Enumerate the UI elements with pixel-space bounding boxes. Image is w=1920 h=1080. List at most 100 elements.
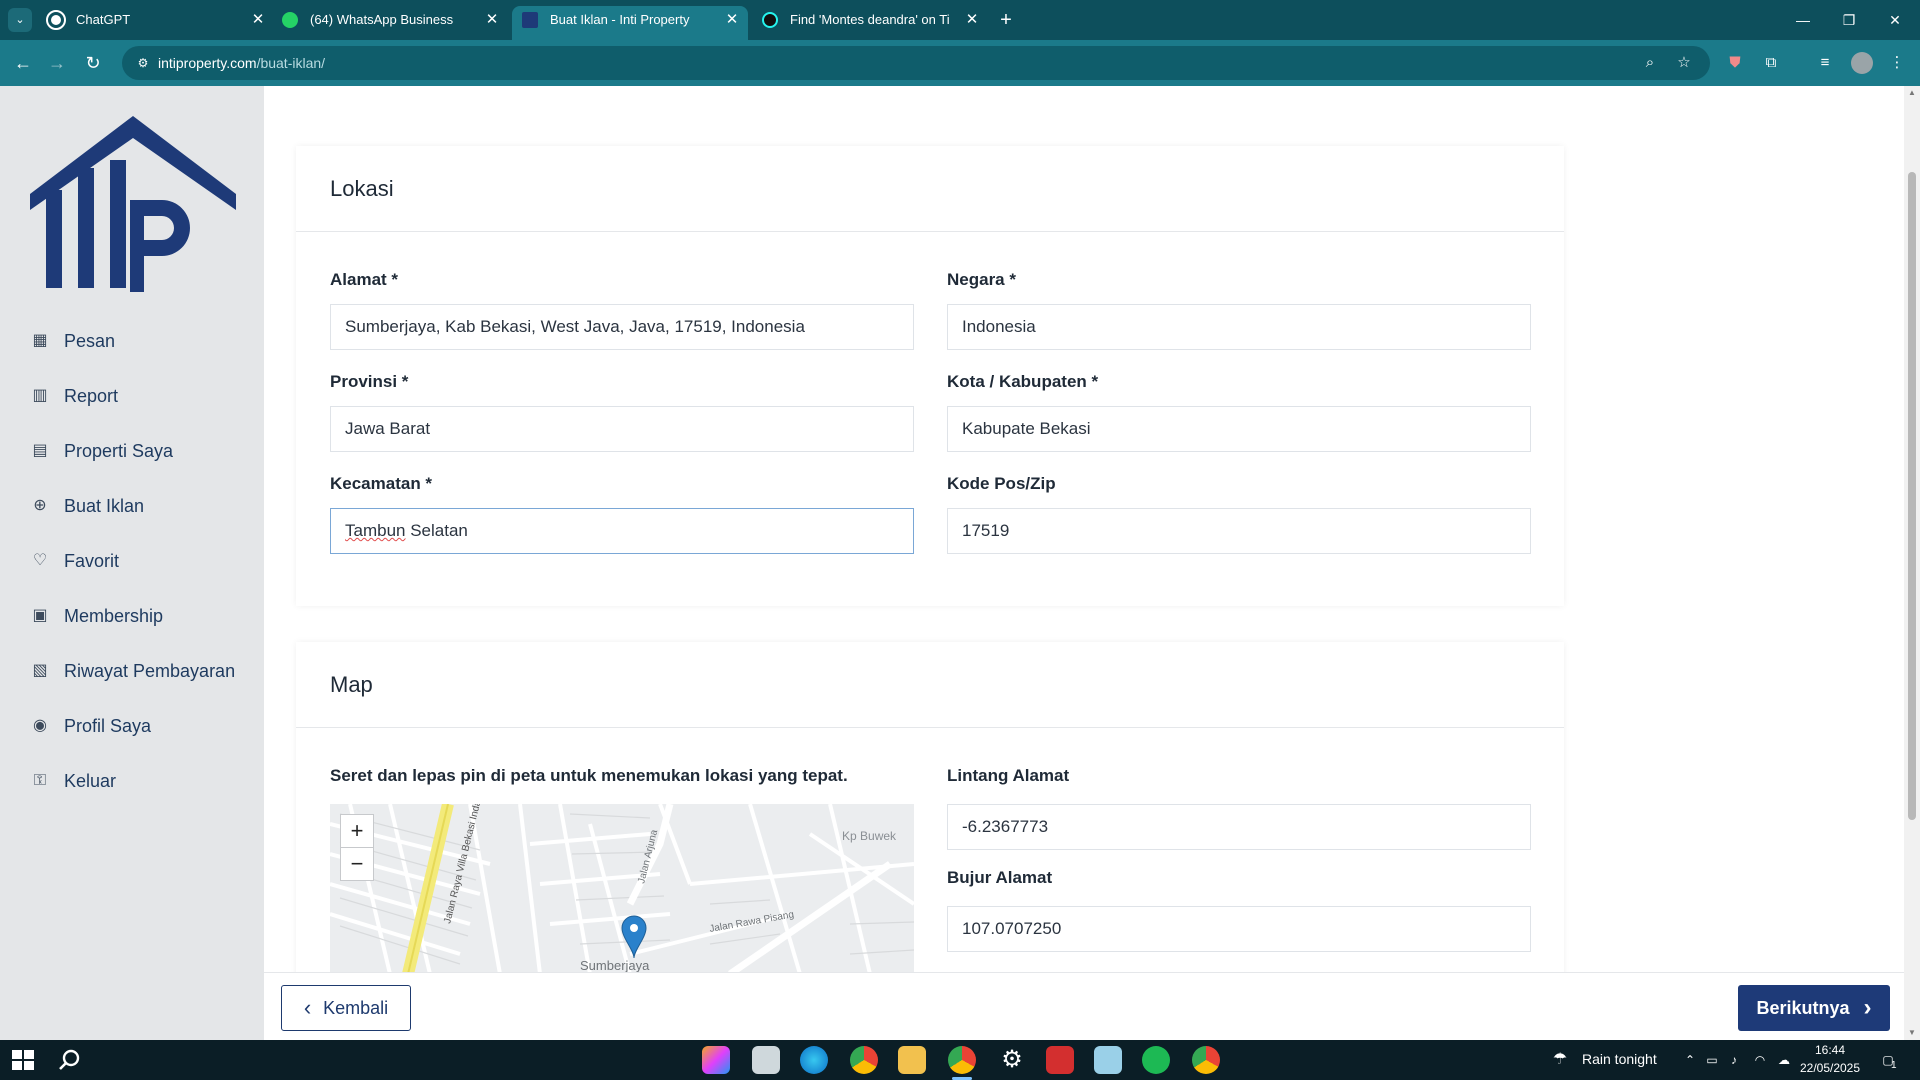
bujur-field[interactable]: 107.0707250 <box>947 906 1531 952</box>
chevron-left-icon: ‹ <box>303 995 312 1020</box>
zoom-icon[interactable]: ⌕ <box>1640 53 1660 73</box>
sidebar-item-label: Report <box>64 385 119 406</box>
paint-icon[interactable] <box>1094 1046 1122 1074</box>
lintang-field[interactable]: -6.2367773 <box>947 804 1531 850</box>
bujur-label: Bujur Alamat <box>947 868 1053 887</box>
plus-circle-icon: ⊕ <box>33 497 47 514</box>
user-circle-icon: ◉ <box>33 717 47 734</box>
site-settings-icon[interactable]: ⚙ <box>134 54 152 72</box>
tab-search-button[interactable]: ⌄ <box>8 8 32 32</box>
extensions-puzzle-icon[interactable]: ⧉ <box>1760 52 1782 74</box>
reload-icon[interactable]: ↻ <box>80 50 106 76</box>
media-controls-icon[interactable]: ≡ <box>1814 52 1836 74</box>
weather-rain-icon[interactable]: ☂ <box>1552 1052 1568 1068</box>
settings-gear-icon[interactable]: ⚙ <box>998 1046 1026 1074</box>
close-icon[interactable]: ✕ <box>482 6 502 34</box>
page-scrollbar[interactable]: ▲ ▼ <box>1904 86 1920 1040</box>
back-arrow-icon[interactable]: ← <box>10 50 36 76</box>
tab-whatsapp[interactable]: (64) WhatsApp Business ✕ <box>272 6 508 40</box>
battery-icon[interactable]: ▭ <box>1704 1052 1720 1068</box>
new-tab-button[interactable]: + <box>992 6 1020 34</box>
file-explorer-alt-icon[interactable] <box>752 1046 780 1074</box>
main-content: Lokasi Alamat * Sumberjaya, Kab Bekasi, … <box>264 86 1904 972</box>
scroll-down-arrow-icon[interactable]: ▼ <box>1904 1026 1920 1040</box>
kembali-button[interactable]: ‹ Kembali <box>281 985 411 1031</box>
menu-kebab-icon[interactable]: ⋮ <box>1886 52 1908 74</box>
copilot-icon[interactable] <box>702 1046 730 1074</box>
kode-pos-field[interactable]: 17519 <box>947 508 1531 554</box>
chrome-active-icon[interactable] <box>948 1046 976 1080</box>
alamat-field[interactable]: Sumberjaya, Kab Bekasi, West Java, Java,… <box>330 304 914 350</box>
intiproperty-icon <box>522 12 538 28</box>
kecamatan-field[interactable]: Tambun Selatan <box>330 508 914 554</box>
forward-arrow-icon[interactable]: → <box>44 50 70 76</box>
sidebar-item-label: Riwayat Pembayaran <box>64 660 236 681</box>
form-footer: ‹ Kembali Berikutnya › <box>264 972 1904 1040</box>
minimize-button[interactable]: — <box>1780 0 1826 40</box>
edge-icon[interactable] <box>800 1046 828 1074</box>
bar-chart-icon: ▥ <box>32 387 48 404</box>
bookmark-star-icon[interactable]: ☆ <box>1674 53 1694 73</box>
map-instruction: Seret dan lepas pin di peta untuk menemu… <box>330 766 848 785</box>
berikutnya-label: Berikutnya <box>1756 997 1850 1018</box>
profile-avatar[interactable] <box>1851 52 1873 74</box>
location-map[interactable]: Kp Buwek Jalan Rawa Pisang Sumberjaya Ja… <box>330 804 914 972</box>
sidebar-item-buat-iklan[interactable]: ⊕ Buat Iklan <box>30 491 260 521</box>
chrome-profile-icon[interactable] <box>1192 1046 1220 1074</box>
kota-kabupaten-field[interactable]: Kabupate Bekasi <box>947 406 1531 452</box>
page: ▦ Pesan ▥ Report ▤ Properti Saya ⊕ Buat … <box>0 86 1920 1040</box>
acrobat-icon[interactable] <box>1046 1046 1074 1074</box>
map-card: Map Seret dan lepas pin di peta untuk me… <box>296 642 1564 972</box>
network-icon[interactable]: ◠ <box>1752 1052 1768 1068</box>
scroll-up-arrow-icon[interactable]: ▲ <box>1904 86 1920 100</box>
folder-icon[interactable] <box>898 1046 926 1074</box>
sidebar-item-profil-saya[interactable]: ◉ Profil Saya <box>30 711 260 741</box>
tab-buat-iklan[interactable]: Buat Iklan - Inti Property ✕ <box>512 6 748 40</box>
tab-tiktok[interactable]: Find 'Montes deandra' on TikTok ✕ <box>752 6 988 40</box>
sidebar-item-pesan[interactable]: ▦ Pesan <box>30 326 260 356</box>
url-text[interactable]: intiproperty.com/buat-iklan/ <box>158 46 325 80</box>
sidebar-item-label: Favorit <box>64 550 120 571</box>
close-icon[interactable]: ✕ <box>722 6 742 34</box>
berikutnya-button[interactable]: Berikutnya › <box>1738 985 1890 1031</box>
spellcheck-word[interactable]: Tambun <box>345 521 405 540</box>
restore-button[interactable]: ❐ <box>1826 0 1872 40</box>
dashboard-icon: ▦ <box>32 332 48 349</box>
onedrive-cloud-icon[interactable]: ☁ <box>1776 1052 1792 1068</box>
chrome-icon[interactable] <box>850 1046 878 1074</box>
negara-field[interactable]: Indonesia <box>947 304 1531 350</box>
search-icon[interactable] <box>58 1048 82 1072</box>
close-icon[interactable]: ✕ <box>962 6 982 34</box>
sidebar-item-keluar[interactable]: ⚿ Keluar <box>30 766 260 796</box>
sidebar-item-properti-saya[interactable]: ▤ Properti Saya <box>30 436 260 466</box>
browser-toolbar: ← → ↻ ⚙ intiproperty.com/buat-iklan/ ⌕ ☆… <box>0 40 1920 86</box>
tab-chatgpt[interactable]: ChatGPT ✕ <box>38 6 274 40</box>
volume-icon[interactable]: ♪ <box>1726 1052 1742 1068</box>
sidebar-item-favorit[interactable]: ♡ Favorit <box>30 546 260 576</box>
windows-start-icon[interactable] <box>12 1050 34 1070</box>
sidebar-item-label: Keluar <box>64 770 117 791</box>
shield-extension-icon[interactable]: ⛊ <box>1724 52 1746 74</box>
zoom-in-button[interactable]: + <box>340 814 374 848</box>
receipt-icon: ▧ <box>32 662 48 679</box>
chevron-up-icon[interactable]: ⌃ <box>1682 1052 1698 1068</box>
scrollbar-thumb[interactable] <box>1908 172 1916 820</box>
address-bar[interactable]: ⚙ intiproperty.com/buat-iklan/ ⌕ ☆ <box>122 46 1710 80</box>
clock-date[interactable]: 22/05/2025 <box>1796 1061 1864 1075</box>
close-window-button[interactable]: ✕ <box>1872 0 1918 40</box>
clock-time[interactable]: 16:44 <box>1800 1043 1860 1057</box>
provinsi-field[interactable]: Jawa Barat <box>330 406 914 452</box>
tab-label: (64) WhatsApp Business <box>310 12 454 27</box>
close-icon[interactable]: ✕ <box>248 6 268 34</box>
weather-text[interactable]: Rain tonight <box>1582 1051 1657 1067</box>
kecamatan-label: Kecamatan * <box>330 474 433 493</box>
sidebar-item-riwayat-pembayaran[interactable]: ▧ Riwayat Pembayaran <box>30 656 260 686</box>
alamat-label: Alamat * <box>330 270 399 289</box>
lintang-label: Lintang Alamat <box>947 766 1070 785</box>
sidebar-item-report[interactable]: ▥ Report <box>30 381 260 411</box>
zoom-out-button[interactable]: − <box>340 847 374 881</box>
intiproperty-logo[interactable] <box>30 116 236 292</box>
provinsi-label: Provinsi * <box>330 372 409 391</box>
sidebar-item-membership[interactable]: ▣ Membership <box>30 601 260 631</box>
spotify-icon[interactable] <box>1142 1046 1170 1074</box>
